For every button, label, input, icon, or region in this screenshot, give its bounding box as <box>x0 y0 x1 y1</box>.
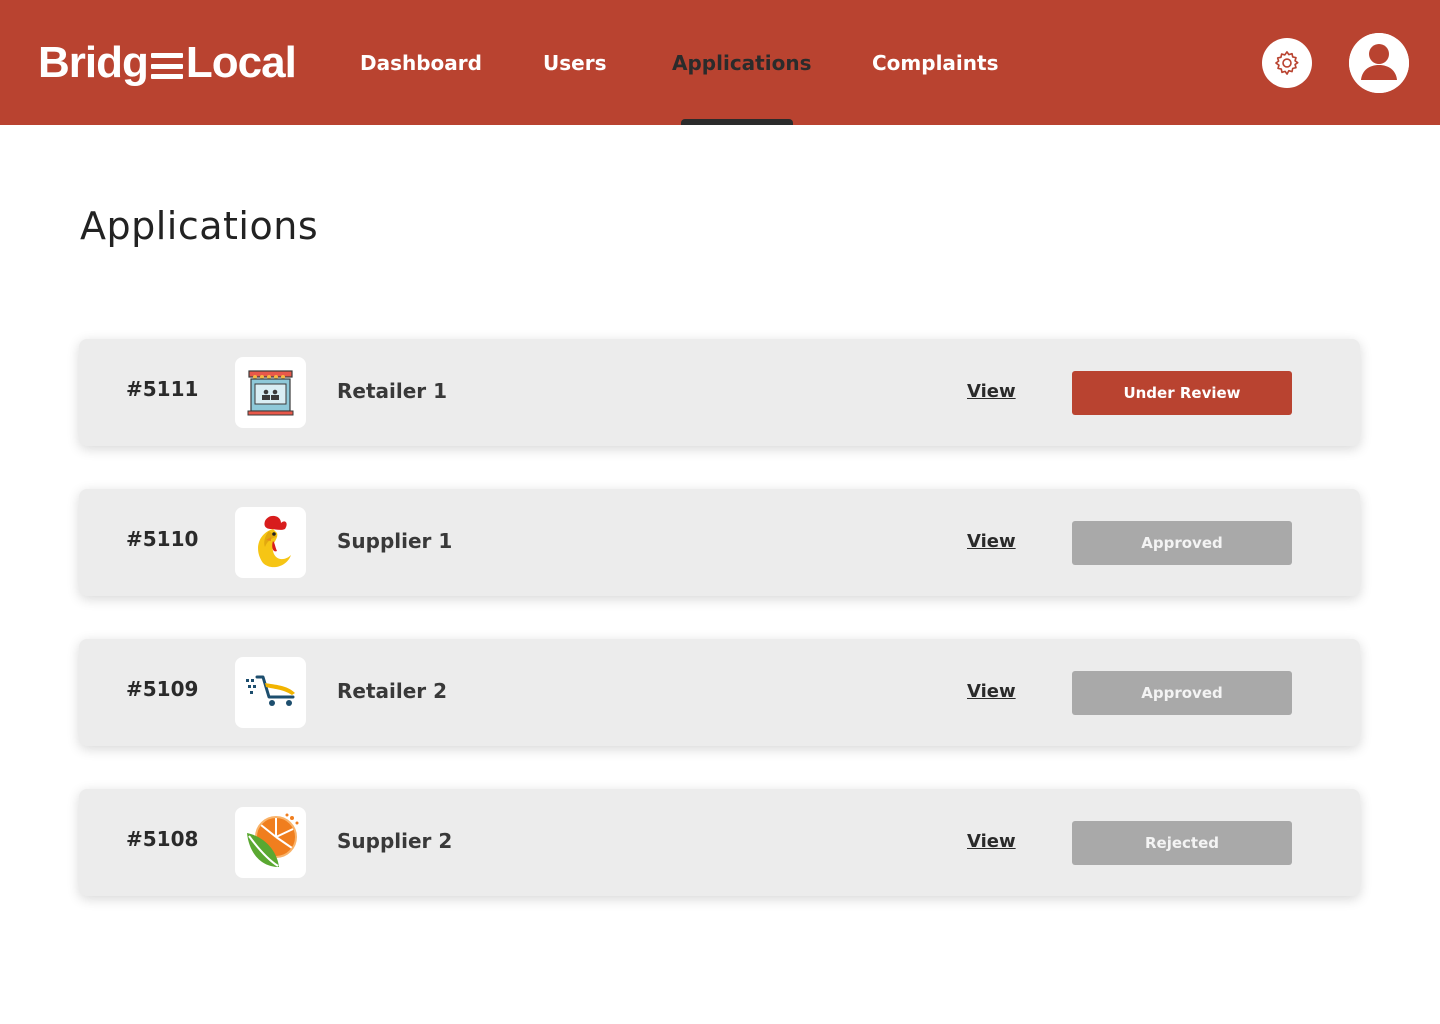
view-link[interactable]: View <box>967 531 1016 552</box>
logo-text-right: Local <box>185 38 297 87</box>
nav-users[interactable]: Users <box>543 48 606 78</box>
view-link[interactable]: View <box>967 381 1016 402</box>
settings-button[interactable] <box>1262 38 1312 88</box>
top-nav-bar: Bridg Local Dashboard Users Applications… <box>0 0 1440 125</box>
status-badge[interactable]: Approved <box>1072 521 1292 565</box>
shopping-cart-logo <box>235 657 306 728</box>
status-badge[interactable]: Approved <box>1072 671 1292 715</box>
active-tab-indicator <box>681 119 793 125</box>
applicant-name: Supplier 2 <box>337 829 453 853</box>
applications-list: #5111 Retailer 1 View Under Review #5110 <box>79 339 1360 939</box>
application-row: #5111 Retailer 1 View Under Review <box>79 339 1360 446</box>
application-id: #5109 <box>126 677 199 701</box>
view-link[interactable]: View <box>967 831 1016 852</box>
application-id: #5108 <box>126 827 199 851</box>
view-link[interactable]: View <box>967 681 1016 702</box>
user-avatar-icon <box>1349 33 1409 93</box>
rooster-logo <box>235 507 306 578</box>
application-row: #5110 Supplier 1 View Approved <box>79 489 1360 596</box>
orange-leaf-logo <box>235 807 306 878</box>
profile-avatar-button[interactable] <box>1349 33 1409 93</box>
logo-bars-icon <box>150 53 183 79</box>
application-row: #5109 Retailer 2 View Approved <box>79 639 1360 746</box>
application-row: #5108 Supplier 2 View Rejected <box>79 789 1360 896</box>
storefront-logo <box>235 357 306 428</box>
application-id: #5111 <box>126 377 199 401</box>
status-badge[interactable]: Under Review <box>1072 371 1292 415</box>
page-title: Applications <box>80 204 319 248</box>
nav-dashboard[interactable]: Dashboard <box>360 48 482 78</box>
nav-complaints[interactable]: Complaints <box>872 48 998 78</box>
status-badge[interactable]: Rejected <box>1072 821 1292 865</box>
nav-applications[interactable]: Applications <box>672 48 811 78</box>
applicant-name: Retailer 1 <box>337 379 448 403</box>
gear-icon <box>1275 51 1299 75</box>
bridgelocal-logo[interactable]: Bridg Local <box>38 36 297 90</box>
logo-text-left: Bridg <box>38 38 149 87</box>
application-id: #5110 <box>126 527 199 551</box>
applicant-name: Retailer 2 <box>337 679 448 703</box>
applicant-name: Supplier 1 <box>337 529 453 553</box>
